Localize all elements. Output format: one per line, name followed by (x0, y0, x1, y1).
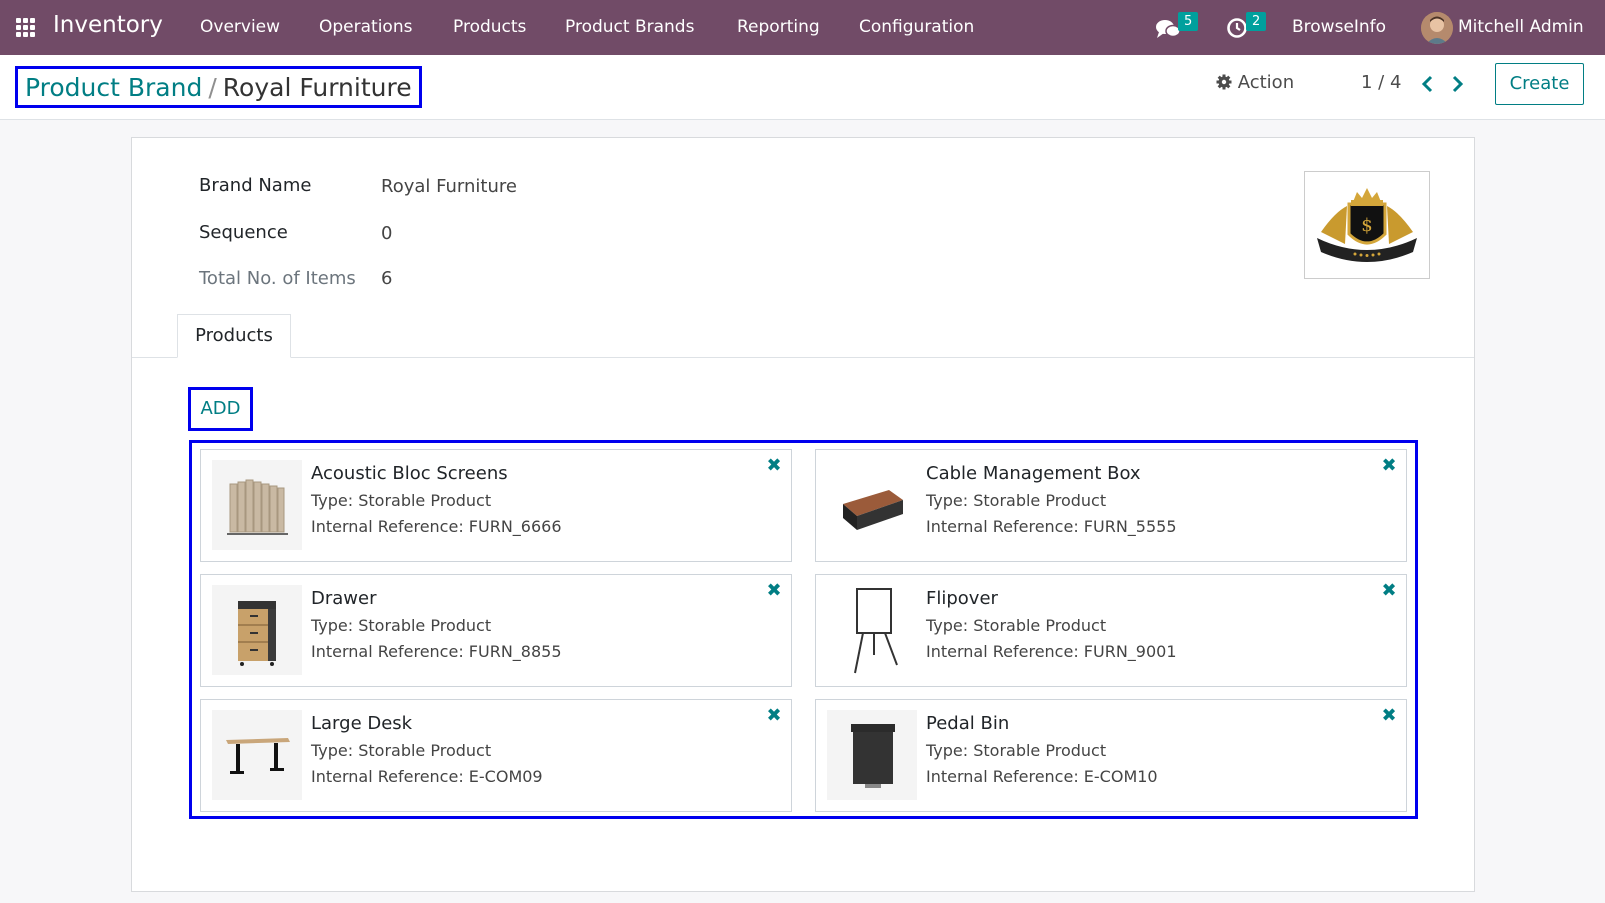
control-panel: Product Brand / Royal Furniture Action 1 /… (0, 55, 1605, 120)
drawer-icon (238, 601, 276, 666)
form-sheet: Brand Name Royal Furniture Sequence 0 To… (131, 137, 1475, 892)
top-navbar: Inventory Overview Operations Products P… (0, 0, 1605, 55)
box-icon (843, 490, 903, 530)
product-card[interactable]: Pedal Bin Type: Storable Product Interna… (815, 699, 1407, 812)
action-button[interactable]: Action (1216, 72, 1294, 93)
svg-text:$: $ (1361, 215, 1372, 236)
brand-name-label: Brand Name (199, 175, 312, 196)
product-card[interactable]: Acoustic Bloc Screens Type: Storable Pro… (200, 449, 792, 562)
product-image (212, 710, 302, 800)
product-image (827, 460, 917, 550)
breadcrumb-separator: / (208, 73, 217, 102)
brand-logo-image[interactable]: $ (1304, 171, 1430, 279)
total-items-value: 6 (381, 268, 393, 289)
remove-product-button[interactable]: ✖ (1381, 582, 1397, 600)
screen-icon (227, 479, 288, 535)
breadcrumb-current: Royal Furniture (222, 73, 412, 102)
add-product-button[interactable]: ADD (188, 387, 253, 431)
remove-product-button[interactable]: ✖ (1381, 457, 1397, 475)
tabs-divider (132, 357, 1474, 358)
product-type: Type: Storable Product (926, 616, 1107, 635)
product-reference: Internal Reference: FURN_5555 (926, 517, 1177, 536)
pager-previous-button[interactable] (1418, 73, 1438, 95)
royal-crest-logo: $ (1317, 188, 1417, 262)
product-reference: Internal Reference: E-COM09 (311, 767, 543, 786)
create-button[interactable]: Create (1495, 63, 1584, 105)
remove-product-button[interactable]: ✖ (1381, 707, 1397, 725)
remove-product-button[interactable]: ✖ (766, 707, 782, 725)
menu-product-brands[interactable]: Product Brands (565, 17, 694, 37)
product-type: Type: Storable Product (311, 616, 492, 635)
products-kanban: Acoustic Bloc Screens Type: Storable Pro… (189, 440, 1418, 819)
sequence-value[interactable]: 0 (381, 223, 392, 244)
product-type: Type: Storable Product (311, 741, 492, 760)
product-name: Pedal Bin (926, 713, 1010, 734)
pager-value[interactable]: 1 / 4 (1361, 72, 1401, 93)
product-card[interactable]: Large Desk Type: Storable Product Intern… (200, 699, 792, 812)
product-reference: Internal Reference: E-COM10 (926, 767, 1158, 786)
product-card[interactable]: Flipover Type: Storable Product Internal… (815, 574, 1407, 687)
total-items-label: Total No. of Items (199, 268, 356, 289)
tab-products[interactable]: Products (177, 314, 291, 358)
chevron-right-icon (1452, 75, 1464, 93)
product-name: Drawer (311, 588, 377, 609)
user-avatar[interactable] (1421, 12, 1453, 44)
product-type: Type: Storable Product (311, 491, 492, 510)
app-title[interactable]: Inventory (53, 12, 163, 38)
menu-products[interactable]: Products (453, 17, 526, 37)
menu-reporting[interactable]: Reporting (737, 17, 820, 37)
bin-icon (851, 724, 895, 788)
chevron-left-icon (1421, 75, 1433, 93)
pager-next-button[interactable] (1447, 73, 1467, 95)
product-type: Type: Storable Product (926, 491, 1107, 510)
activities-badge: 2 (1246, 12, 1267, 31)
product-reference: Internal Reference: FURN_9001 (926, 642, 1177, 661)
action-label: Action (1237, 72, 1295, 93)
product-name: Acoustic Bloc Screens (311, 463, 508, 484)
clock-icon (1227, 18, 1247, 38)
product-type: Type: Storable Product (926, 741, 1107, 760)
product-image (827, 710, 917, 800)
breadcrumb-parent[interactable]: Product Brand (25, 73, 202, 102)
desk-icon (226, 738, 290, 774)
menu-operations[interactable]: Operations (319, 17, 412, 37)
product-name: Large Desk (311, 713, 413, 734)
product-image (827, 585, 917, 675)
product-card[interactable]: Drawer Type: Storable Product Internal R… (200, 574, 792, 687)
product-reference: Internal Reference: FURN_8855 (311, 642, 562, 661)
remove-product-button[interactable]: ✖ (766, 582, 782, 600)
menu-configuration[interactable]: Configuration (859, 17, 974, 37)
product-reference: Internal Reference: FURN_6666 (311, 517, 562, 536)
user-menu[interactable]: Mitchell Admin (1458, 17, 1584, 37)
messages-button[interactable]: 5 (1154, 0, 1204, 55)
gear-icon (1216, 74, 1232, 90)
product-name: Flipover (926, 588, 998, 609)
apps-menu-icon[interactable] (16, 18, 36, 38)
company-switcher[interactable]: BrowseInfo (1292, 17, 1386, 37)
activities-button[interactable]: 2 (1224, 0, 1274, 55)
breadcrumb: Product Brand / Royal Furniture (15, 66, 422, 108)
sequence-label: Sequence (199, 222, 288, 243)
flipchart-icon (854, 588, 898, 674)
brand-name-value[interactable]: Royal Furniture (381, 176, 517, 197)
remove-product-button[interactable]: ✖ (766, 457, 782, 475)
product-card[interactable]: Cable Management Box Type: Storable Prod… (815, 449, 1407, 562)
menu-overview[interactable]: Overview (200, 17, 280, 37)
messages-badge: 5 (1178, 12, 1199, 31)
product-image (212, 585, 302, 675)
product-name: Cable Management Box (926, 463, 1141, 484)
product-image (212, 460, 302, 550)
